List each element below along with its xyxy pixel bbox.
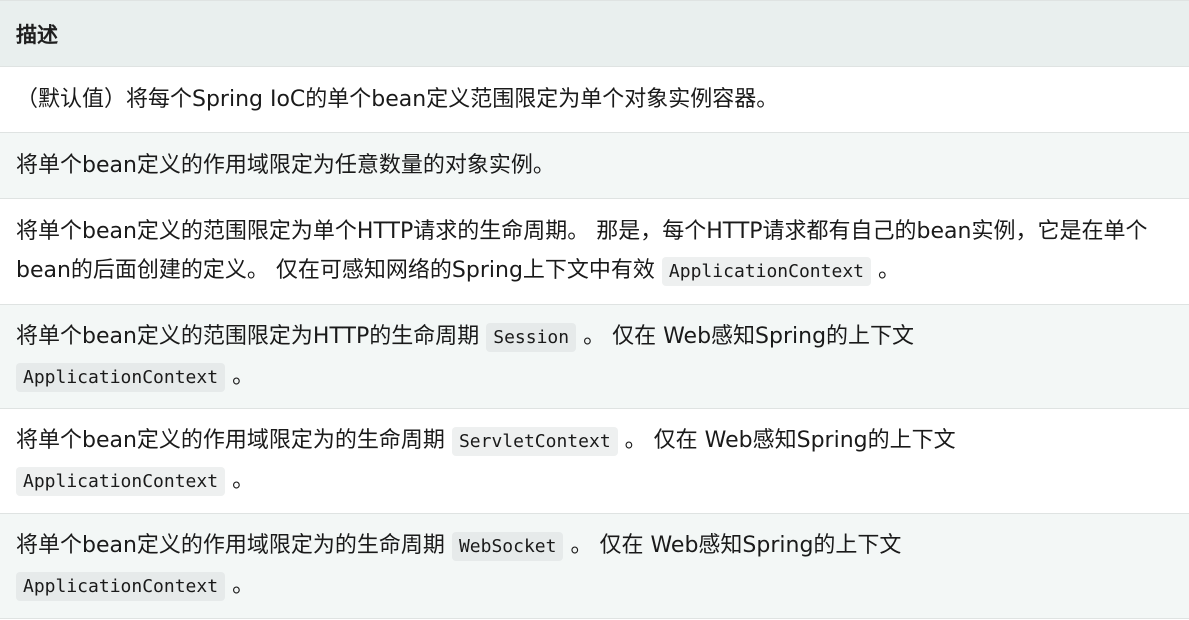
table-row: 将单个bean定义的作用域限定为的生命周期 ServletContext 。 仅…	[0, 409, 1189, 514]
description-text: 将单个bean定义的作用域限定为任意数量的对象实例。	[16, 153, 555, 178]
inline-code: ServletContext	[451, 427, 618, 456]
description-text: 将单个bean定义的作用域限定为的生命周期	[16, 428, 445, 453]
description-cell: 将单个bean定义的作用域限定为的生命周期 WebSocket 。 仅在 Web…	[16, 526, 1173, 606]
description-text: （默认值）将每个Spring IoC的单个bean定义范围限定为单个对象实例容器…	[16, 87, 779, 112]
description-cell: 将单个bean定义的作用域限定为任意数量的对象实例。	[16, 146, 1173, 185]
description-text: 将单个bean定义的作用域限定为的生命周期	[16, 533, 445, 558]
description-cell: （默认值）将每个Spring IoC的单个bean定义范围限定为单个对象实例容器…	[16, 80, 1173, 119]
description-text: 。	[878, 258, 901, 283]
description-text: 将单个bean定义的范围限定为HTTP的生命周期	[16, 323, 480, 349]
inline-code: ApplicationContext	[16, 467, 226, 496]
table-row: （默认值）将每个Spring IoC的单个bean定义范围限定为单个对象实例容器…	[0, 67, 1189, 133]
description-text: 。 仅在 Web感知Spring的上下文	[570, 533, 902, 558]
table-row: 将单个bean定义的范围限定为HTTP的生命周期 Session 。 仅在 We…	[0, 305, 1189, 409]
table-row: 将单个bean定义的范围限定为单个HTTP请求的生命周期。 那是，每个HTTP请…	[0, 199, 1189, 305]
description-text: 。	[232, 468, 255, 493]
scope-description-table: 描述 （默认值）将每个Spring IoC的单个bean定义范围限定为单个对象实…	[0, 0, 1189, 619]
table-row: 将单个bean定义的作用域限定为的生命周期 WebSocket 。 仅在 Web…	[0, 514, 1189, 619]
table-header: 描述	[0, 1, 1189, 67]
description-text: 。 仅在 Web感知Spring的上下文	[624, 428, 956, 453]
inline-code: ApplicationContext	[16, 362, 226, 392]
inline-code: ApplicationContext	[661, 257, 871, 286]
inline-code: WebSocket	[451, 532, 564, 561]
description-text: 。	[232, 363, 255, 389]
description-text: 将单个bean定义的范围限定为单个HTTP请求的生命周期。 那是，每个HTTP请…	[16, 219, 1148, 283]
description-text: 。	[232, 573, 255, 598]
table-row: 将单个bean定义的作用域限定为任意数量的对象实例。	[0, 133, 1189, 199]
inline-code: ApplicationContext	[16, 572, 226, 601]
column-header-description: 描述	[16, 22, 58, 47]
description-text: 。 仅在 Web感知Spring的上下文	[583, 323, 915, 349]
description-cell: 将单个bean定义的范围限定为单个HTTP请求的生命周期。 那是，每个HTTP请…	[16, 212, 1173, 291]
description-cell: 将单个bean定义的作用域限定为的生命周期 ServletContext 。 仅…	[16, 421, 1173, 501]
description-cell: 将单个bean定义的范围限定为HTTP的生命周期 Session 。 仅在 We…	[16, 317, 1173, 397]
inline-code: Session	[486, 322, 577, 352]
